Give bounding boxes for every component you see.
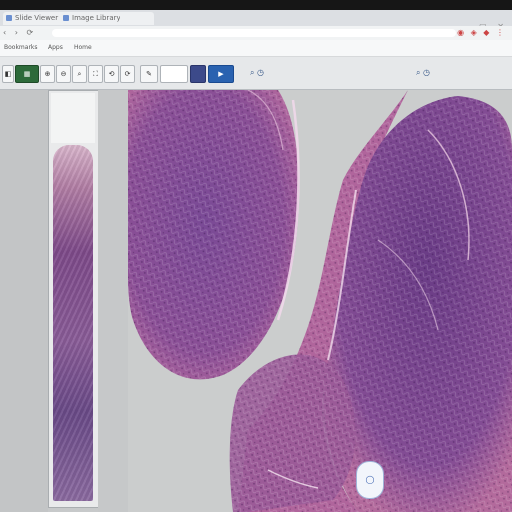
url-field[interactable] — [52, 29, 456, 37]
new-tab-button[interactable] — [120, 12, 154, 25]
panel-divider — [98, 90, 128, 512]
zoom-status-label: ⌕ ◷ — [250, 68, 265, 77]
fullscreen-button[interactable]: ⛶ — [88, 65, 103, 83]
tab-favicon-icon — [63, 15, 69, 21]
annotate-button[interactable]: ✎ — [140, 65, 158, 83]
slide-navigator-panel[interactable] — [48, 90, 99, 508]
slide-thumbnail[interactable] — [53, 145, 93, 501]
rotate-left-button[interactable]: ⟲ — [104, 65, 119, 83]
zoom-level-field[interactable] — [160, 65, 188, 83]
slide-viewport[interactable] — [128, 90, 512, 512]
bookmark-item[interactable]: Bookmarks — [4, 44, 38, 51]
play-button[interactable]: ▶ — [208, 65, 234, 83]
tissue-image — [128, 90, 512, 512]
thumbnail-button[interactable]: ▦ — [15, 65, 39, 83]
left-gutter — [0, 90, 48, 512]
zoom-in-button[interactable]: ⊕ — [40, 65, 55, 83]
tab-favicon-icon — [6, 15, 12, 21]
window-titlebar — [0, 0, 512, 10]
tab-bar: Slide Viewer Image Library — ▢ ✕ — [0, 10, 512, 31]
sidebar-toggle-button[interactable]: ◧ — [2, 65, 14, 83]
zoom-out-button[interactable]: ⊖ — [56, 65, 71, 83]
tab-label: Image Library — [72, 14, 121, 22]
bookmarks-bar: Bookmarks Apps Home — [0, 40, 512, 57]
navigator-header — [51, 93, 95, 143]
tab-image-library[interactable]: Image Library — [60, 12, 127, 25]
viewer-workspace: ◯ — [0, 90, 512, 512]
rotate-right-button[interactable]: ⟳ — [120, 65, 135, 83]
magnify-button[interactable]: ⌕ — [72, 65, 87, 83]
address-bar: ‹ › ⟳ ◉ ◈ ◆ ⋮ — [0, 26, 512, 40]
right-status-label: ⌕ ◷ — [416, 68, 431, 77]
bookmark-item[interactable]: Home — [74, 44, 92, 51]
overview-map-button[interactable]: ◯ — [356, 461, 384, 499]
bookmark-item[interactable]: Apps — [48, 44, 63, 51]
viewer-toolbar: ◧ ▦ ⊕ ⊖ ⌕ ⛶ ⟲ ⟳ ✎ ▶ ⌕ ◷ ⌕ ◷ — [0, 57, 512, 90]
tab-label: Slide Viewer — [15, 14, 59, 22]
layers-button[interactable] — [190, 65, 206, 83]
tab-slide-viewer[interactable]: Slide Viewer — [3, 12, 67, 25]
extension-icons[interactable]: ◉ ◈ ◆ ⋮ — [457, 28, 506, 37]
nav-arrows-icon[interactable]: ‹ › ⟳ — [3, 28, 36, 37]
